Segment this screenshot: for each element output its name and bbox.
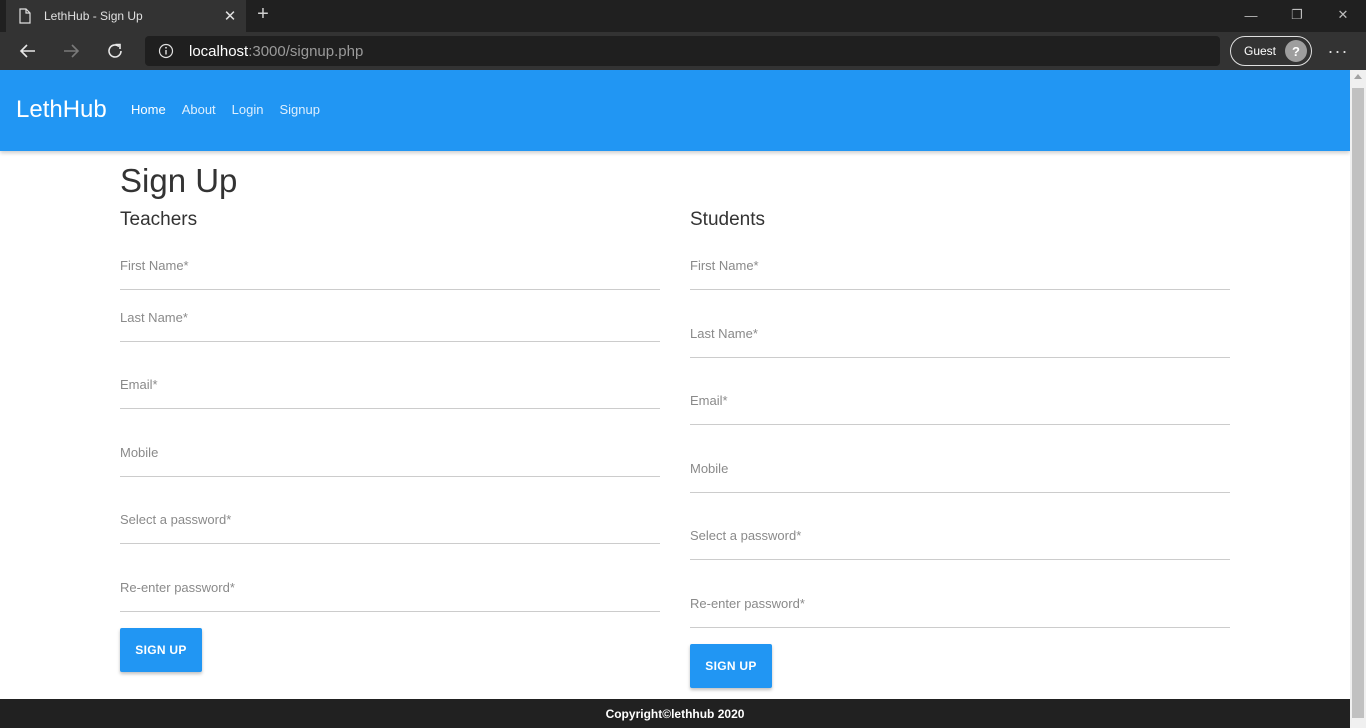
brand-logo[interactable]: LethHub [16,96,107,124]
back-arrow-icon[interactable] [12,35,44,67]
tab-close-icon[interactable]: ✕ [220,7,240,25]
url-host: localhost [189,42,249,60]
guest-avatar-icon: ? [1285,40,1307,62]
minimize-icon[interactable]: — [1228,0,1274,30]
page-viewport: LethHub Home About Login Signup Sign Up … [0,70,1350,728]
window-close-icon[interactable]: ✕ [1320,0,1366,30]
student-reenter-password-input[interactable] [690,593,1230,613]
nav-link-login[interactable]: Login [232,102,264,117]
refresh-icon[interactable] [99,35,131,67]
browser-toolbar: localhost:3000/signup.php Guest ? ··· [0,32,1366,70]
teacher-first-name-field [120,255,660,290]
teachers-heading: Teachers [120,209,198,230]
students-heading: Students [690,209,765,230]
site-footer: Copyright©lethhub 2020 [0,699,1350,728]
settings-menu-icon[interactable]: ··· [1326,35,1350,67]
student-last-name-field [690,323,1230,358]
profile-label: Guest [1244,44,1277,58]
teacher-password-input[interactable] [120,509,660,529]
teacher-mobile-input[interactable] [120,442,660,462]
scrollbar-thumb[interactable] [1352,88,1364,718]
url-path: :3000/signup.php [248,42,364,60]
student-password-field [690,525,1230,560]
browser-title-bar: LethHub - Sign Up ✕ + — ❐ ✕ [0,0,1366,32]
student-last-name-input[interactable] [690,323,1230,343]
student-mobile-input[interactable] [690,458,1230,478]
teacher-reenter-password-input[interactable] [120,577,660,597]
info-icon[interactable] [158,43,174,59]
teacher-email-field [120,374,660,409]
nav-link-signup[interactable]: Signup [279,102,319,117]
teacher-reenter-password-field [120,577,660,612]
url-text: localhost:3000/signup.php [189,43,363,60]
teacher-last-name-input[interactable] [120,307,660,327]
restore-icon[interactable]: ❐ [1274,0,1320,30]
student-email-field [690,390,1230,425]
page-title: Sign Up [120,162,238,199]
page-icon [18,8,32,24]
page-scrollbar[interactable] [1350,70,1366,728]
student-password-input[interactable] [690,525,1230,545]
profile-button[interactable]: Guest ? [1230,36,1312,66]
nav-link-home[interactable]: Home [131,102,166,117]
student-mobile-field [690,458,1230,493]
address-bar[interactable]: localhost:3000/signup.php [145,36,1220,66]
site-navbar: LethHub Home About Login Signup [0,70,1350,151]
teacher-mobile-field [120,442,660,477]
student-email-input[interactable] [690,390,1230,410]
student-first-name-field [690,255,1230,290]
new-tab-icon[interactable]: + [252,4,274,26]
copyright-text: Copyright©lethhub 2020 [605,706,745,721]
student-first-name-input[interactable] [690,255,1230,275]
nav-links: Home About Login Signup [131,102,336,117]
student-reenter-password-field [690,593,1230,628]
teacher-sign-up-button[interactable]: SIGN UP [120,628,202,672]
teacher-last-name-field [120,307,660,342]
scroll-up-arrow-icon[interactable] [1354,74,1362,79]
teacher-first-name-input[interactable] [120,255,660,275]
student-sign-up-button[interactable]: SIGN UP [690,644,772,688]
tab-title: LethHub - Sign Up [44,9,143,23]
nav-link-about[interactable]: About [182,102,216,117]
teacher-email-input[interactable] [120,374,660,394]
forward-arrow-icon[interactable] [55,35,87,67]
teacher-password-field [120,509,660,544]
browser-tab[interactable]: LethHub - Sign Up ✕ [6,0,246,32]
